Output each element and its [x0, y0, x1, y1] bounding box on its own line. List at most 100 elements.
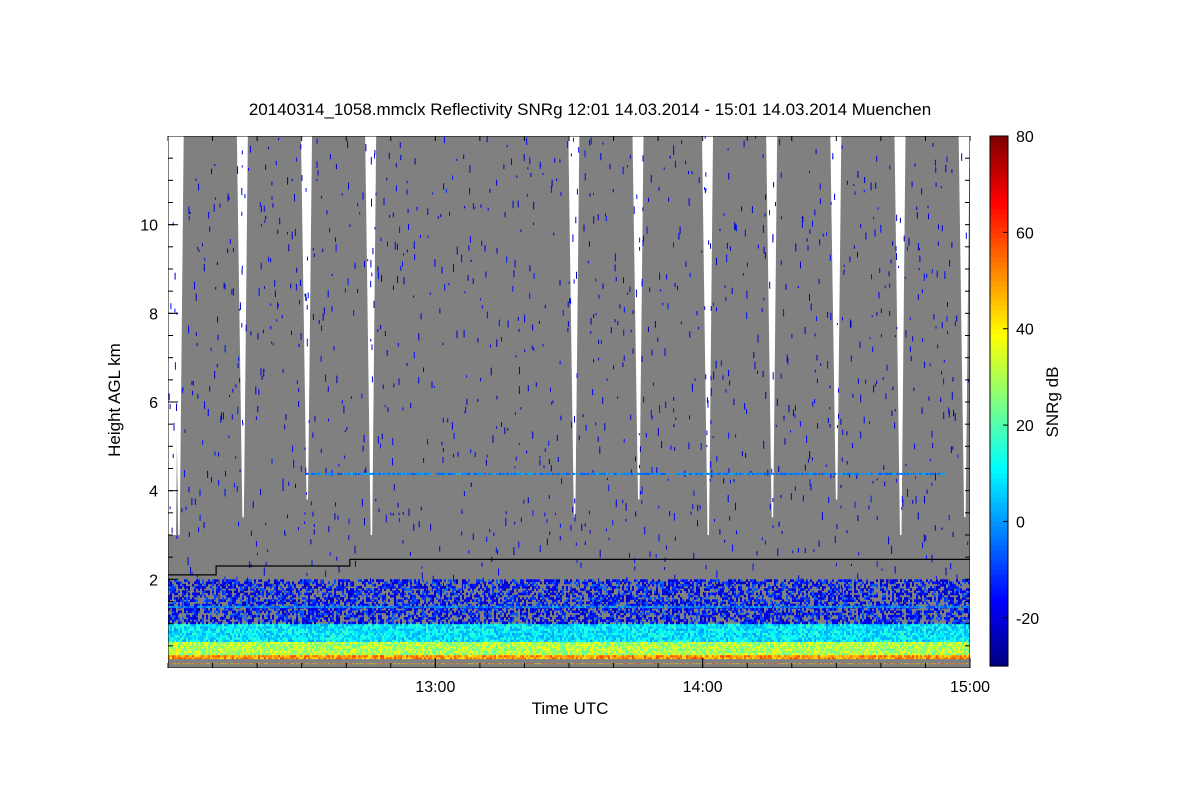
speckle [819, 239, 821, 246]
speckle [640, 490, 642, 495]
echo-cell [358, 650, 360, 653]
echo-cell [180, 621, 182, 625]
speckle [559, 535, 561, 541]
speckle [720, 360, 722, 366]
echo-cell [326, 588, 328, 591]
speckle [827, 418, 829, 423]
speckle [327, 290, 329, 298]
speckle [292, 445, 294, 453]
echo-cell [336, 601, 338, 605]
echo-cell [226, 588, 228, 591]
speckle [277, 304, 279, 307]
speckle [575, 542, 577, 546]
echo-cell [178, 583, 180, 587]
echo-cell [180, 634, 182, 638]
speckle [519, 366, 520, 375]
speckle [951, 243, 953, 247]
speckle [675, 417, 677, 421]
speckle [868, 505, 870, 510]
echo-cell [282, 634, 284, 638]
echo-cell [214, 623, 216, 627]
speckle [304, 512, 306, 515]
speckle [708, 240, 710, 245]
speckle [327, 386, 329, 392]
echo-cell [340, 583, 342, 587]
echo-cell [334, 608, 336, 611]
echo-cell [204, 583, 206, 587]
speckle [772, 525, 774, 529]
echo-cell [388, 599, 390, 602]
echo-cell [242, 594, 244, 598]
speckle [921, 289, 923, 294]
echo-cell [214, 650, 216, 653]
echo-cell [362, 588, 364, 591]
echo-cell [346, 579, 348, 582]
speckle [423, 367, 424, 372]
speckle [497, 549, 499, 555]
speckle [463, 330, 465, 338]
echo-cell [284, 594, 286, 598]
speckle [357, 289, 359, 294]
echo-cell [266, 619, 268, 622]
speckle [716, 257, 717, 265]
echo-cell [296, 601, 298, 605]
echo-cell [322, 650, 324, 653]
echo-cell [194, 621, 196, 625]
speckle [608, 537, 610, 541]
speckle [531, 345, 533, 350]
plot-area [168, 136, 970, 668]
speckle [716, 591, 718, 595]
speckle [674, 447, 676, 451]
speckle [680, 321, 682, 325]
echo-cell [280, 614, 282, 618]
echo-cell [366, 621, 368, 625]
speckle [187, 557, 189, 566]
echo-cell [226, 650, 228, 653]
speckle [914, 163, 916, 167]
speckle [265, 522, 267, 525]
echo-cell [240, 621, 242, 625]
speckle [329, 154, 331, 160]
echo-cell [388, 650, 390, 653]
speckle [517, 317, 519, 321]
echo-cell [380, 610, 382, 614]
echo-cell [272, 614, 274, 618]
echo-cell [350, 614, 352, 618]
speckle [194, 281, 195, 290]
speckle [896, 327, 898, 330]
speckle [854, 191, 856, 195]
speckle [194, 498, 196, 505]
speckle [673, 408, 675, 413]
echo-cell [398, 579, 400, 582]
speckle [593, 314, 595, 318]
echo-cell [210, 634, 212, 638]
echo-cell [398, 634, 400, 638]
speckle [927, 206, 929, 209]
speckle [468, 550, 470, 554]
echo-cell [178, 581, 180, 585]
echo-cell [380, 594, 382, 598]
echo-cell [344, 579, 346, 582]
speckle [937, 344, 939, 349]
speckle [834, 535, 836, 544]
echo-cell [306, 583, 308, 587]
echo-cell [340, 623, 342, 627]
speckle [843, 264, 845, 268]
speckle [600, 340, 602, 344]
echo-cell [248, 597, 250, 600]
speckle [643, 396, 645, 403]
echo-cell [182, 583, 184, 587]
speckle [514, 259, 516, 268]
echo-cell [414, 619, 416, 622]
echo-cell [218, 599, 220, 602]
speckle [304, 293, 306, 297]
echo-cell [342, 634, 344, 638]
echo-cell [252, 597, 254, 600]
echo-cell [274, 650, 276, 653]
echo-cell [312, 610, 314, 614]
speckle [188, 325, 190, 334]
echo-cell [240, 650, 242, 653]
speckle [486, 311, 488, 319]
echo-cell [210, 586, 212, 589]
speckle [615, 499, 617, 508]
